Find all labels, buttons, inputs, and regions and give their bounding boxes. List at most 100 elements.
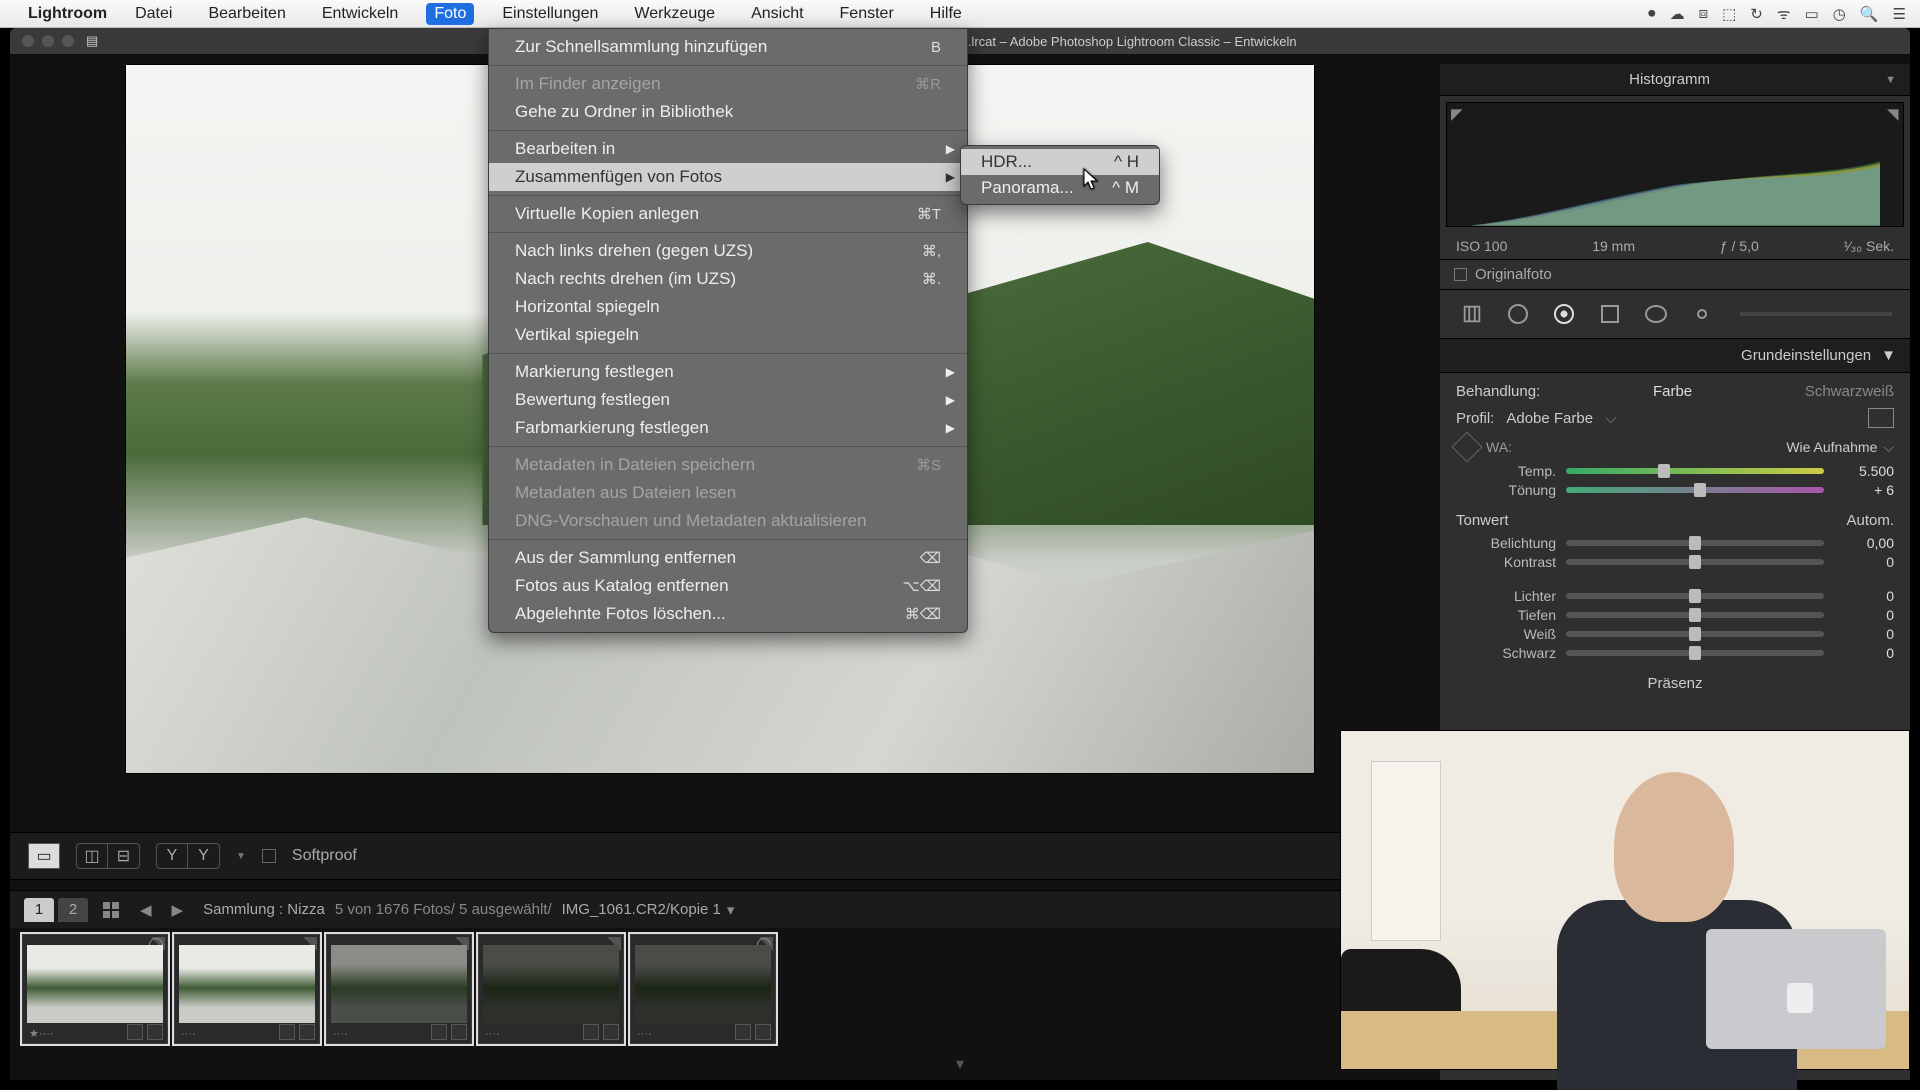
cc-icon[interactable]: ☁︎ bbox=[1670, 5, 1685, 23]
menu-icon[interactable]: ☰ bbox=[1893, 5, 1906, 23]
search-icon[interactable]: 🔍 bbox=[1860, 5, 1879, 23]
app-name[interactable]: Lightroom bbox=[28, 5, 107, 23]
nav-next-icon[interactable]: ▶ bbox=[172, 901, 184, 919]
submenu-hdr[interactable]: HDR...^ H bbox=[961, 149, 1159, 175]
histogram-header[interactable]: Histogramm▼ bbox=[1440, 64, 1910, 96]
treatment-color[interactable]: Farbe bbox=[1653, 383, 1692, 400]
thumbnail-5[interactable]: ···· bbox=[630, 934, 776, 1044]
profile-browser-icon[interactable] bbox=[1868, 408, 1894, 428]
menu-rotate-left[interactable]: Nach links drehen (gegen UZS)⌘, bbox=[489, 237, 967, 265]
menu-edit-in[interactable]: Bearbeiten in▶ bbox=[489, 135, 967, 163]
menu-rotate-right[interactable]: Nach rechts drehen (im UZS)⌘. bbox=[489, 265, 967, 293]
db1-icon[interactable]: ⧈ bbox=[1699, 5, 1709, 22]
thumbnail-4[interactable]: ···· bbox=[478, 934, 624, 1044]
submenu-panorama[interactable]: Panorama...^ M bbox=[961, 175, 1159, 201]
compare-y-button[interactable]: Y bbox=[156, 843, 188, 869]
histogram-clip-right-icon[interactable]: ◥ bbox=[1887, 105, 1899, 117]
menu-photo-merge[interactable]: Zusammenfügen von Fotos▶ bbox=[489, 163, 967, 191]
menu-remove-catalog[interactable]: Fotos aus Katalog entfernen⌥⌫ bbox=[489, 572, 967, 600]
basic-header[interactable]: Grundeinstellungen▼ bbox=[1440, 339, 1910, 373]
current-filename[interactable]: IMG_1061.CR2/Kopie 1 bbox=[562, 901, 721, 918]
menu-flip-h[interactable]: Horizontal spiegeln bbox=[489, 293, 967, 321]
menu-quick-collection[interactable]: Zur Schnellsammlung hinzufügenB bbox=[489, 33, 967, 61]
before-after-tb-button[interactable]: ⊟ bbox=[108, 843, 140, 869]
slider-contrast[interactable]: Kontrast0 bbox=[1456, 554, 1894, 570]
eyedropper-icon[interactable] bbox=[1451, 431, 1482, 462]
menu-einstellungen[interactable]: Einstellungen bbox=[494, 3, 606, 25]
thumbnail-2[interactable]: ···· bbox=[174, 934, 320, 1044]
display-1-tab[interactable]: 1 bbox=[24, 898, 54, 922]
treatment-label: Behandlung: bbox=[1456, 383, 1540, 400]
menu-goto-folder[interactable]: Gehe zu Ordner in Bibliothek bbox=[489, 98, 967, 126]
view-options-dropdown[interactable]: ▼ bbox=[236, 851, 246, 862]
crop-tool-icon[interactable] bbox=[1458, 300, 1486, 328]
treatment-bw[interactable]: Schwarzweiß bbox=[1805, 383, 1894, 400]
menu-set-flag[interactable]: Markierung festlegen▶ bbox=[489, 358, 967, 386]
battery-icon[interactable]: ▭ bbox=[1805, 5, 1819, 23]
softproof-checkbox[interactable] bbox=[262, 849, 276, 863]
brush-size-slider[interactable] bbox=[1740, 312, 1892, 316]
screen-record-icon[interactable]: ⏺ bbox=[1648, 5, 1656, 22]
thumbnail-3[interactable]: ···· bbox=[326, 934, 472, 1044]
compare-y2-button[interactable]: Y bbox=[188, 843, 220, 869]
radial-tool-icon[interactable] bbox=[1642, 300, 1670, 328]
basic-title: Grundeinstellungen bbox=[1741, 347, 1871, 364]
clock-icon[interactable]: ◷ bbox=[1833, 5, 1846, 23]
selection-count: 5 von 1676 Fotos/ 5 ausgewählt/ bbox=[335, 901, 552, 918]
wb-value[interactable]: Wie Aufnahme bbox=[1786, 439, 1877, 455]
exif-shutter: ¹⁄₃₀ Sek. bbox=[1844, 238, 1894, 254]
menu-virtual-copy[interactable]: Virtuelle Kopien anlegen⌘T bbox=[489, 200, 967, 228]
menu-foto[interactable]: Foto bbox=[426, 3, 474, 25]
menu-remove-collection[interactable]: Aus der Sammlung entfernen⌫ bbox=[489, 544, 967, 572]
slider-whites[interactable]: Weiß0 bbox=[1456, 626, 1894, 642]
histogram-clip-left-icon[interactable]: ◤ bbox=[1451, 105, 1463, 117]
menu-set-rating[interactable]: Bewertung festlegen▶ bbox=[489, 386, 967, 414]
exif-focal: 19 mm bbox=[1592, 238, 1635, 254]
profile-value[interactable]: Adobe Farbe bbox=[1506, 410, 1593, 427]
menu-ansicht[interactable]: Ansicht bbox=[743, 3, 811, 25]
wifi-icon[interactable]: ᯤ bbox=[1777, 4, 1791, 24]
wb-label: WA: bbox=[1486, 439, 1512, 455]
minimize-window-button[interactable] bbox=[42, 35, 54, 47]
slider-exposure[interactable]: Belichtung0,00 bbox=[1456, 535, 1894, 551]
nav-prev-icon[interactable]: ◀ bbox=[140, 901, 152, 919]
before-after-lr-button[interactable]: ◫ bbox=[76, 843, 108, 869]
menu-datei[interactable]: Datei bbox=[127, 3, 180, 25]
loupe-view-button[interactable]: ▭ bbox=[28, 843, 60, 869]
original-row[interactable]: Originalfoto bbox=[1440, 259, 1910, 290]
menu-werkzeuge[interactable]: Werkzeuge bbox=[626, 3, 723, 25]
menu-set-color[interactable]: Farbmarkierung festlegen▶ bbox=[489, 414, 967, 442]
menu-hilfe[interactable]: Hilfe bbox=[922, 3, 970, 25]
spot-tool-icon[interactable] bbox=[1504, 300, 1532, 328]
slider-temp[interactable]: Temp.5.500 bbox=[1456, 463, 1894, 479]
sync-icon[interactable]: ↻ bbox=[1750, 5, 1763, 23]
original-checkbox[interactable] bbox=[1454, 268, 1467, 281]
wb-row: WA: Wie Aufnahme ⌵ bbox=[1456, 436, 1894, 458]
menu-bearbeiten[interactable]: Bearbeiten bbox=[200, 3, 293, 25]
original-label: Originalfoto bbox=[1475, 266, 1552, 283]
menu-delete-rejected[interactable]: Abgelehnte Fotos löschen...⌘⌫ bbox=[489, 600, 967, 628]
slider-highlights[interactable]: Lichter0 bbox=[1456, 588, 1894, 604]
treatment-row: Behandlung: Farbe Schwarzweiß bbox=[1456, 383, 1894, 400]
close-window-button[interactable] bbox=[22, 35, 34, 47]
thumbnail-1[interactable]: ★···· bbox=[22, 934, 168, 1044]
slider-blacks[interactable]: Schwarz0 bbox=[1456, 645, 1894, 661]
menu-fenster[interactable]: Fenster bbox=[832, 3, 902, 25]
auto-button[interactable]: Autom. bbox=[1846, 512, 1894, 529]
histogram-title: Histogramm bbox=[1629, 71, 1710, 88]
brush-tool-icon[interactable] bbox=[1688, 300, 1716, 328]
slider-tint[interactable]: Tönung+ 6 bbox=[1456, 482, 1894, 498]
display-2-tab[interactable]: 2 bbox=[58, 898, 88, 922]
histogram[interactable]: ◤ ◥ bbox=[1446, 102, 1904, 227]
redeye-tool-icon[interactable] bbox=[1550, 300, 1578, 328]
slider-shadows[interactable]: Tiefen0 bbox=[1456, 607, 1894, 623]
zoom-window-button[interactable] bbox=[62, 35, 74, 47]
gradient-tool-icon[interactable] bbox=[1596, 300, 1624, 328]
dropbox-icon[interactable]: ⬚ bbox=[1722, 5, 1736, 23]
menu-entwickeln[interactable]: Entwickeln bbox=[314, 3, 406, 25]
grid-icon[interactable] bbox=[102, 901, 120, 919]
menu-flip-v[interactable]: Vertikal spiegeln bbox=[489, 321, 967, 349]
filename-dropdown-icon[interactable]: ▾ bbox=[727, 901, 735, 919]
macos-menubar: Lightroom Datei Bearbeiten Entwickeln Fo… bbox=[0, 0, 1920, 28]
collection-name[interactable]: Sammlung : Nizza bbox=[203, 901, 325, 918]
